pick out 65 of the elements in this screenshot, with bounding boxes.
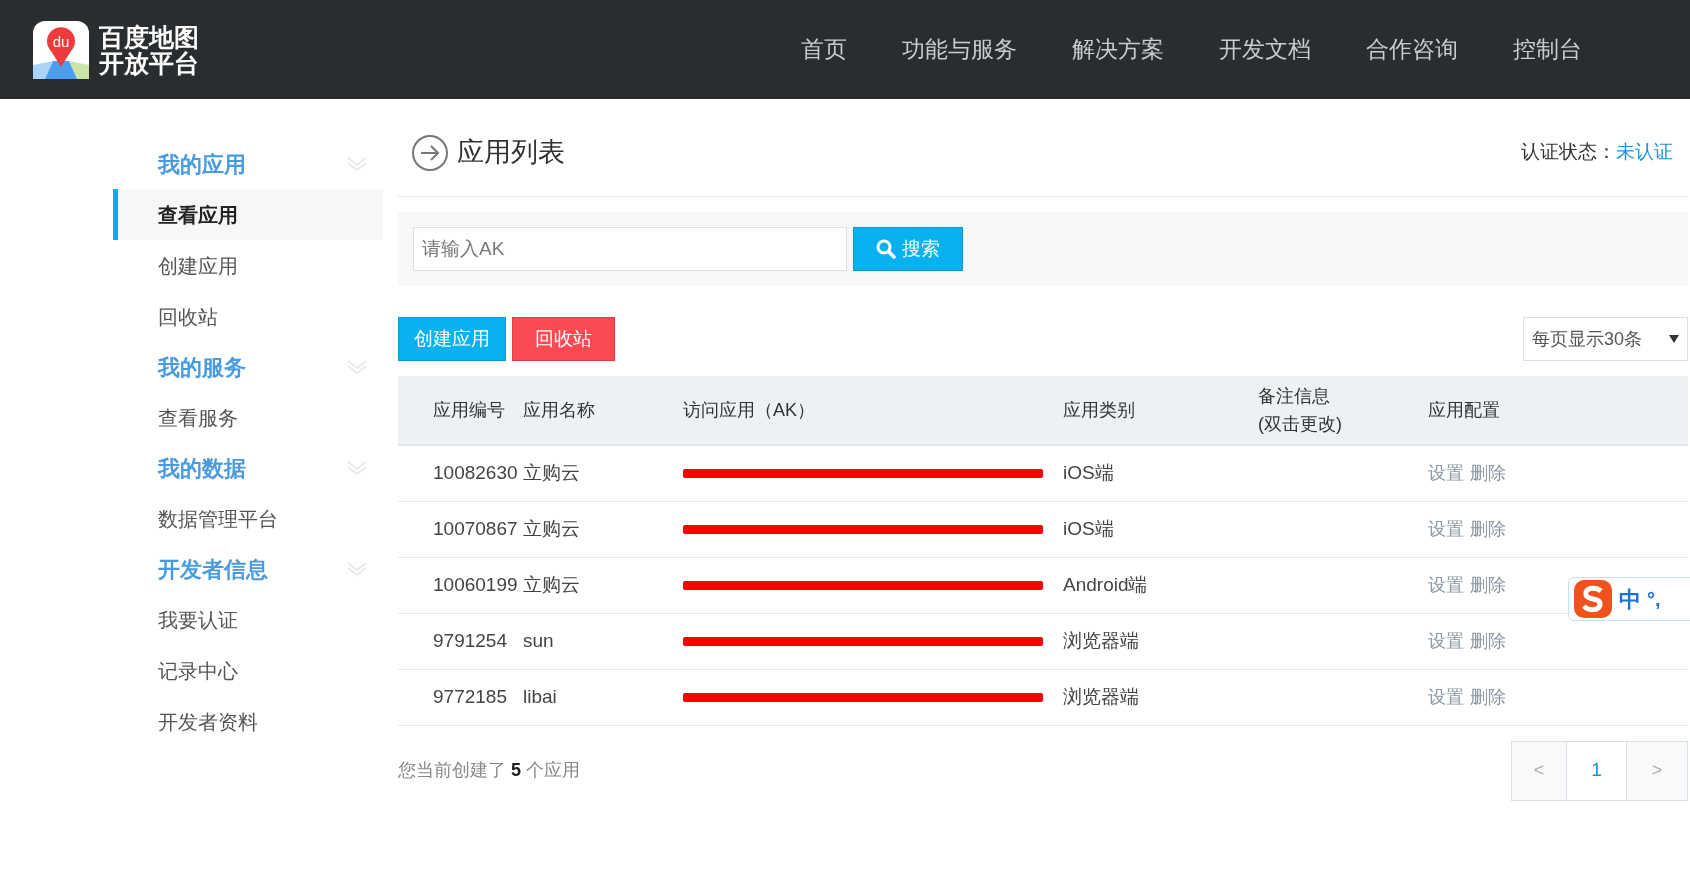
row-action-link[interactable]: 删除 [1470, 459, 1506, 487]
sidebar-group-title[interactable]: 我的应用 [158, 147, 246, 181]
ak-input-field[interactable]: 请输入AK [413, 227, 847, 271]
table-cell: 立购云 [523, 445, 683, 501]
column-header: 应用配置 [1393, 376, 1688, 445]
table-cell: iOS端 [1063, 501, 1258, 557]
nav-link[interactable]: 控制台 [1513, 32, 1582, 67]
table-cell: Android端 [1063, 557, 1258, 613]
logo-text: 开放平台 [99, 49, 199, 76]
table-cell: 9791254 [398, 613, 523, 669]
nav-link[interactable]: 功能与服务 [902, 32, 1017, 67]
row-action-link[interactable]: 设置 [1428, 627, 1464, 655]
logo-text: 百度地图 [99, 23, 199, 50]
ime-mode-text: 中 [1619, 585, 1641, 614]
table-cell: 10082630 [398, 445, 523, 501]
sidebar-item[interactable]: 回收站 [113, 291, 383, 342]
sidebar-item[interactable]: 查看服务 [113, 392, 383, 443]
column-header: 应用类别 [1063, 376, 1258, 445]
ime-punctuation-text: °, [1647, 587, 1661, 612]
table-cell: 立购云 [523, 557, 683, 613]
sidebar-item[interactable]: 数据管理平台 [113, 493, 383, 544]
page-size-dropdown[interactable]: 每页显示30条 [1523, 317, 1688, 361]
column-header: 应用名称 [523, 376, 683, 445]
table-cell: sun [523, 613, 683, 669]
nav-link[interactable]: 首页 [801, 32, 847, 67]
sidebar-group-title[interactable]: 我的服务 [158, 350, 246, 384]
row-action-link[interactable]: 设置 [1428, 571, 1464, 599]
create-app-button[interactable]: 创建应用 [398, 317, 506, 361]
nav-link[interactable]: 合作咨询 [1366, 32, 1458, 67]
nav-link[interactable]: 解决方案 [1072, 32, 1164, 67]
sidebar-item[interactable]: 开发者资料 [113, 696, 383, 747]
table-cell: 10070867 [398, 501, 523, 557]
column-header: 应用编号 [398, 376, 523, 445]
column-header: 访问应用（AK） [683, 376, 1063, 445]
summary-text: 您当前创建了 5 个应用 [398, 759, 581, 782]
row-action-link[interactable]: 设置 [1428, 459, 1464, 487]
sidebar-item[interactable]: 记录中心 [113, 645, 383, 696]
search-button[interactable]: 搜索 [853, 227, 963, 271]
sidebar-item[interactable]: 查看应用 [113, 189, 383, 240]
sidebar-item[interactable]: 我要认证 [113, 594, 383, 645]
logo-mark-text: du [52, 32, 70, 50]
row-action-link[interactable]: 删除 [1470, 571, 1506, 599]
page-title: 应用列表 [457, 136, 565, 170]
previous-page-button[interactable]: < [1512, 741, 1567, 800]
row-action-link[interactable]: 删除 [1470, 627, 1506, 655]
table-cell: 浏览器端 [1063, 613, 1258, 669]
next-page-button[interactable]: > [1627, 741, 1687, 800]
auth-status-link[interactable]: 未认证 [1616, 138, 1673, 167]
column-header: 备注信息 (双击更改) [1258, 376, 1393, 445]
row-action-link[interactable]: 删除 [1470, 515, 1506, 543]
table-cell: 9772185 [398, 669, 523, 725]
recycle-bin-button[interactable]: 回收站 [512, 317, 615, 361]
auth-status-label: 认证状态： [1521, 140, 1616, 165]
table-cell: 浏览器端 [1063, 669, 1258, 725]
table-cell: iOS端 [1063, 445, 1258, 501]
sidebar-item[interactable]: 创建应用 [113, 240, 383, 291]
nav-link[interactable]: 开发文档 [1219, 32, 1311, 67]
sidebar-group-title[interactable]: 我的数据 [158, 451, 246, 485]
table-cell: 10060199 [398, 557, 523, 613]
row-action-link[interactable]: 设置 [1428, 515, 1464, 543]
row-action-link[interactable]: 设置 [1428, 683, 1464, 711]
table-cell: libai [523, 669, 683, 725]
row-action-link[interactable]: 删除 [1470, 683, 1506, 711]
sidebar-group-title[interactable]: 开发者信息 [158, 552, 268, 586]
table-cell: 立购云 [523, 501, 683, 557]
